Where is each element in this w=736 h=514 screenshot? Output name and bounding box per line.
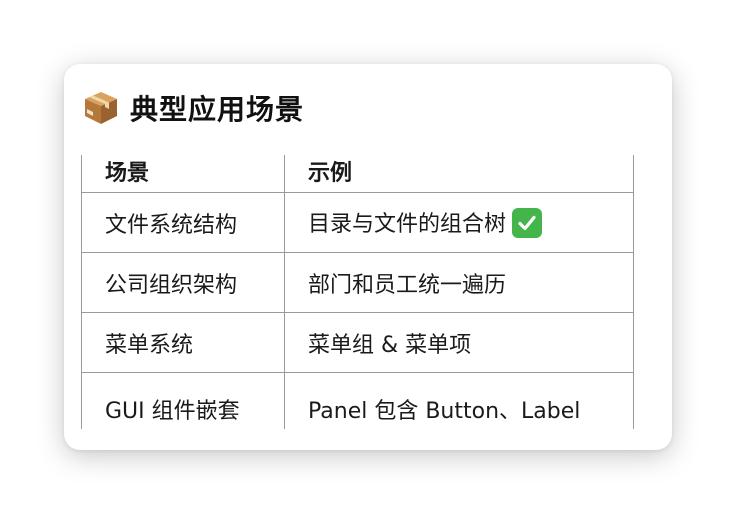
scene-cell: 菜单系统	[81, 312, 285, 373]
scene-cell: 公司组织架构	[81, 252, 285, 313]
example-cell: 部门和员工统一遍历	[284, 252, 634, 313]
table-row: GUI 组件嵌套 Panel 包含 Button、Label	[81, 372, 634, 429]
table-row: 菜单系统 菜单组 & 菜单项	[81, 312, 634, 373]
table-header-row: 场景 示例	[81, 155, 634, 193]
column-header-scene: 场景	[81, 155, 285, 193]
table-row: 公司组织架构 部门和员工统一遍历	[81, 252, 634, 313]
package-icon	[82, 89, 120, 127]
check-mark-icon	[512, 207, 543, 238]
content-card: 典型应用场景 场景 示例 文件系统结构 目录与文件的组合树 公司组织架构 部门和…	[64, 64, 672, 450]
scenario-table: 场景 示例 文件系统结构 目录与文件的组合树 公司组织架构 部门和员工统一遍历 …	[81, 155, 634, 429]
scene-cell: 文件系统结构	[81, 192, 285, 253]
example-cell: Panel 包含 Button、Label	[284, 372, 634, 429]
page-title: 典型应用场景	[130, 93, 305, 126]
example-cell: 目录与文件的组合树	[284, 192, 634, 253]
example-cell: 菜单组 & 菜单项	[284, 312, 634, 373]
scene-cell: GUI 组件嵌套	[81, 372, 285, 429]
table-row: 文件系统结构 目录与文件的组合树	[81, 192, 634, 253]
column-header-example: 示例	[284, 155, 634, 193]
section-header: 典型应用场景	[82, 86, 304, 130]
example-text: 目录与文件的组合树	[308, 211, 507, 237]
